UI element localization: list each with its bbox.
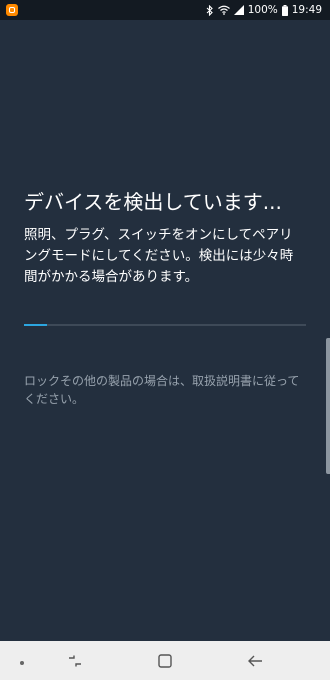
- home-icon: [158, 653, 172, 668]
- app-notification-icon: [6, 4, 18, 16]
- battery-percent: 100%: [247, 4, 278, 16]
- signal-icon: [233, 5, 244, 15]
- status-indicators: 100% 19:49: [206, 4, 322, 16]
- back-button[interactable]: [235, 646, 275, 676]
- clock: 19:49: [291, 4, 322, 16]
- discovery-progress-bar: [24, 324, 306, 326]
- recent-apps-icon: [69, 655, 81, 666]
- nav-indicator-dot: [20, 661, 24, 665]
- discovery-screen: デバイスを検出しています... 照明、プラグ、スイッチをオンにしてペアリングモー…: [0, 20, 330, 641]
- status-bar: 100% 19:49: [0, 0, 330, 20]
- home-button[interactable]: [145, 646, 185, 676]
- instruction-text: 照明、プラグ、スイッチをオンにしてペアリングモードにしてください。検出には少々時…: [24, 227, 294, 285]
- watermark-logo: [16, 667, 44, 673]
- scrollbar[interactable]: [326, 338, 330, 474]
- progress-fill: [24, 324, 47, 326]
- wifi-icon: [217, 5, 230, 15]
- navigation-bar: [0, 641, 330, 680]
- battery-icon: [281, 4, 288, 16]
- recent-apps-button[interactable]: [55, 646, 95, 676]
- page-title: デバイスを検出しています...: [24, 190, 282, 214]
- bluetooth-icon: [206, 4, 213, 16]
- lock-instruction-note: ロックその他の製品の場合は、取扱説明書に従ってください。: [24, 374, 300, 406]
- back-icon: [248, 655, 262, 666]
